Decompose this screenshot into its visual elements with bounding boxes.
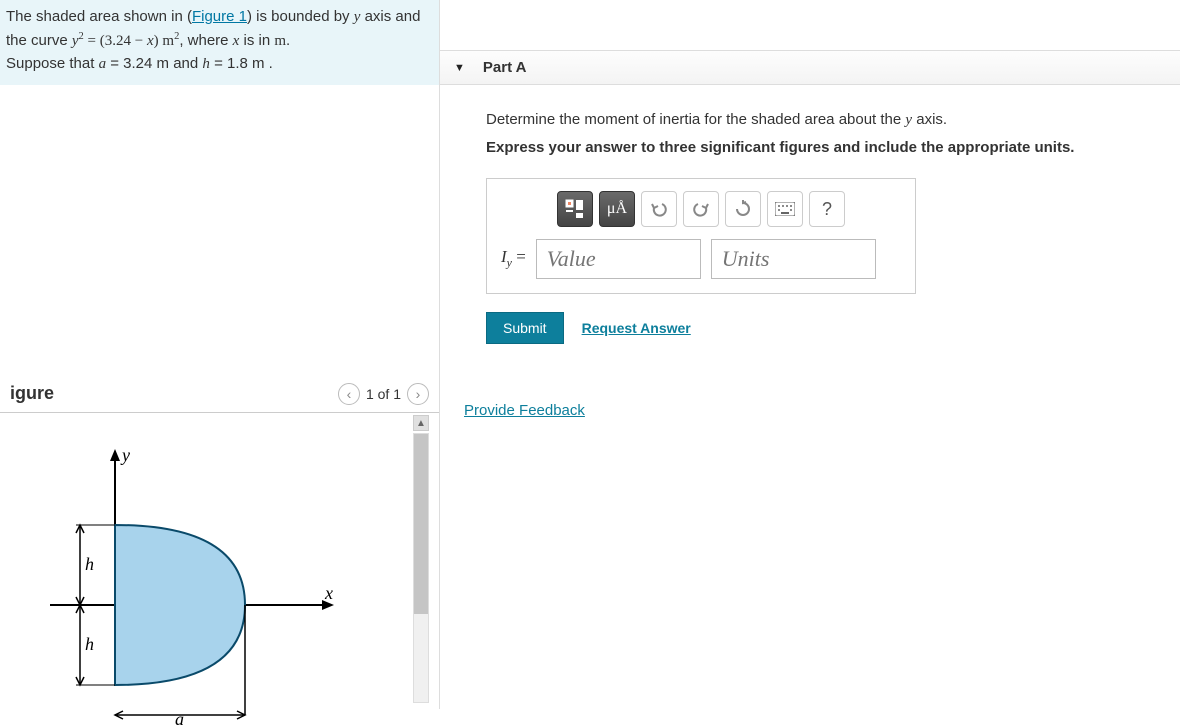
keyboard-icon: [775, 202, 795, 216]
submit-button[interactable]: Submit: [486, 312, 564, 344]
figure-prev-button[interactable]: ‹: [338, 383, 360, 405]
figure-pager: ‹ 1 of 1 ›: [338, 383, 429, 405]
part-title: Part A: [483, 59, 527, 76]
figure-page-text: 1 of 1: [366, 386, 401, 402]
provide-feedback-link[interactable]: Provide Feedback: [464, 402, 1180, 419]
part-a-header[interactable]: ▼ Part A: [440, 50, 1180, 85]
undo-icon: [650, 200, 668, 218]
figure-scrollbar[interactable]: [413, 433, 429, 703]
label-h-top: h: [85, 554, 94, 574]
figure-next-button[interactable]: ›: [407, 383, 429, 405]
answer-lhs: Iy =: [501, 247, 526, 270]
figure-link[interactable]: Figure 1: [192, 8, 247, 25]
figure-scroll-thumb[interactable]: [414, 434, 428, 614]
label-a: a: [175, 709, 184, 725]
keyboard-button[interactable]: [767, 191, 803, 227]
collapse-caret-icon: ▼: [454, 62, 465, 74]
templates-button[interactable]: [557, 191, 593, 227]
templates-icon: [565, 199, 585, 219]
request-answer-link[interactable]: Request Answer: [582, 320, 691, 336]
label-x: x: [324, 583, 333, 603]
special-chars-button[interactable]: μÅ: [599, 191, 635, 227]
reset-icon: [734, 200, 752, 218]
help-button[interactable]: ?: [809, 191, 845, 227]
redo-icon: [692, 200, 710, 218]
figure-scroll-up[interactable]: ▲: [413, 415, 429, 431]
reset-button[interactable]: [725, 191, 761, 227]
units-input[interactable]: [711, 239, 876, 279]
value-input[interactable]: [536, 239, 701, 279]
label-h-bot: h: [85, 634, 94, 654]
part-description: Determine the moment of inertia for the …: [486, 111, 1150, 129]
figure-panel-title: igure: [10, 383, 54, 404]
problem-prompt: The shaded area shown in (Figure 1) is b…: [0, 0, 439, 85]
label-y: y: [120, 445, 130, 465]
answer-box: μÅ ? Iy =: [486, 178, 916, 294]
prompt-text: The shaded area shown in (: [6, 8, 192, 25]
figure-diagram: a h h y x: [0, 425, 400, 725]
undo-button[interactable]: [641, 191, 677, 227]
part-instruction: Express your answer to three significant…: [486, 139, 1150, 156]
redo-button[interactable]: [683, 191, 719, 227]
